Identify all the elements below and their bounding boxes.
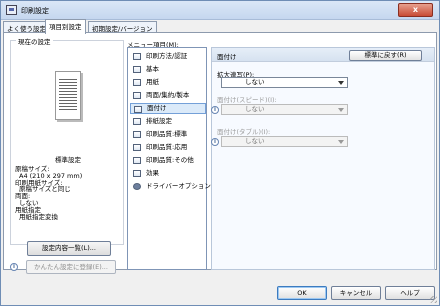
effects-icon [133, 170, 141, 177]
printer-icon [6, 5, 17, 15]
current-settings-title: 現在の設定 [16, 36, 53, 46]
window-title: 印刷設定 [21, 7, 49, 15]
settings-summary: 原稿サイズ: A4 (210 x 297 mm) 印刷用紙サイズ: 原稿サイズと… [15, 166, 121, 220]
panel-title: 面付け [217, 53, 237, 61]
summary-line: 用紙指定変換 [19, 212, 58, 221]
settings-list-button[interactable]: 設定内容一覧(L)... [27, 241, 111, 256]
chevron-down-icon [338, 108, 344, 112]
resize-grip-icon[interactable] [430, 296, 437, 303]
print-settings-window: 印刷設定 x よく使う設定 項目別設定 初期設定/バージョン 現在の設定 標準設… [0, 0, 440, 306]
register-easy-setting-button[interactable]: かんたん設定に登録(E)... [26, 260, 116, 274]
imposition-icon [134, 106, 142, 113]
menu-item-effects[interactable]: 効果 [130, 168, 206, 179]
info-icon: i [211, 138, 219, 146]
menu-item-driver-options[interactable]: ドライバーオプション [130, 181, 211, 192]
tab-content: 現在の設定 標準設定 原稿サイズ: A4 (210 x 297 mm) 印刷用紙… [3, 32, 437, 274]
info-icon: i [10, 263, 18, 271]
menu-item-paper[interactable]: 用紙 [130, 77, 206, 88]
menu-item-imposition[interactable]: 面付け [130, 103, 206, 114]
summary-line: 原稿サイズと同じ [19, 185, 71, 194]
imposition-double-select[interactable]: しない [221, 136, 348, 147]
imposition-speed-label: 面付け(スピード)(I): [217, 96, 277, 104]
basic-icon [133, 66, 141, 73]
panel-header: 面付け 標準に戻す(R) [212, 48, 434, 62]
menu-item-quality-advanced[interactable]: 印刷品質:応用 [130, 142, 206, 153]
info-icon: i [211, 106, 219, 114]
cancel-button[interactable]: キャンセル [331, 286, 381, 300]
quality-advanced-icon [133, 144, 141, 151]
gear-icon [133, 183, 141, 190]
ok-button[interactable]: OK [277, 286, 327, 300]
chevron-down-icon [338, 81, 344, 85]
current-settings-group: 現在の設定 標準設定 原稿サイズ: A4 (210 x 297 mm) 印刷用紙… [10, 36, 124, 256]
menu-list: 印刷方法/認証 基本 用紙 両面/集約/製本 面付け 排紙設定 印刷品質:標準 … [127, 47, 211, 270]
imposition-panel: 面付け 標準に戻す(R) 拡大連写(P): しない 面付け(スピード)(I): … [211, 47, 435, 270]
title-bar: 印刷設定 x [1, 1, 439, 20]
tab-item-settings[interactable]: 項目別設定 [45, 19, 86, 34]
menu-item-basic[interactable]: 基本 [130, 64, 206, 75]
menu-item-output[interactable]: 排紙設定 [130, 116, 206, 127]
help-button[interactable]: ヘルプ [385, 286, 435, 300]
menu-item-print-method[interactable]: 印刷方法/認証 [130, 51, 206, 62]
menu-item-quality-other[interactable]: 印刷品質:その他 [130, 155, 206, 166]
quality-other-icon [133, 157, 141, 164]
reset-default-button[interactable]: 標準に戻す(R) [349, 50, 422, 61]
enlarge-print-select[interactable]: しない [221, 77, 348, 88]
current-setting-name: 標準設定 [55, 156, 81, 164]
menu-item-duplex[interactable]: 両面/集約/製本 [130, 90, 206, 101]
duplex-icon [133, 92, 141, 99]
close-button[interactable]: x [398, 3, 433, 17]
print-method-icon [133, 53, 141, 60]
quality-icon [133, 131, 141, 138]
imposition-double-label: 面付け(タブル)(I): [217, 128, 271, 136]
menu-item-quality-standard[interactable]: 印刷品質:標準 [130, 129, 206, 140]
output-icon [133, 118, 141, 125]
paper-icon [133, 79, 141, 86]
chevron-down-icon [338, 140, 344, 144]
imposition-speed-select[interactable]: しない [221, 104, 348, 115]
document-preview-icon [55, 71, 81, 120]
